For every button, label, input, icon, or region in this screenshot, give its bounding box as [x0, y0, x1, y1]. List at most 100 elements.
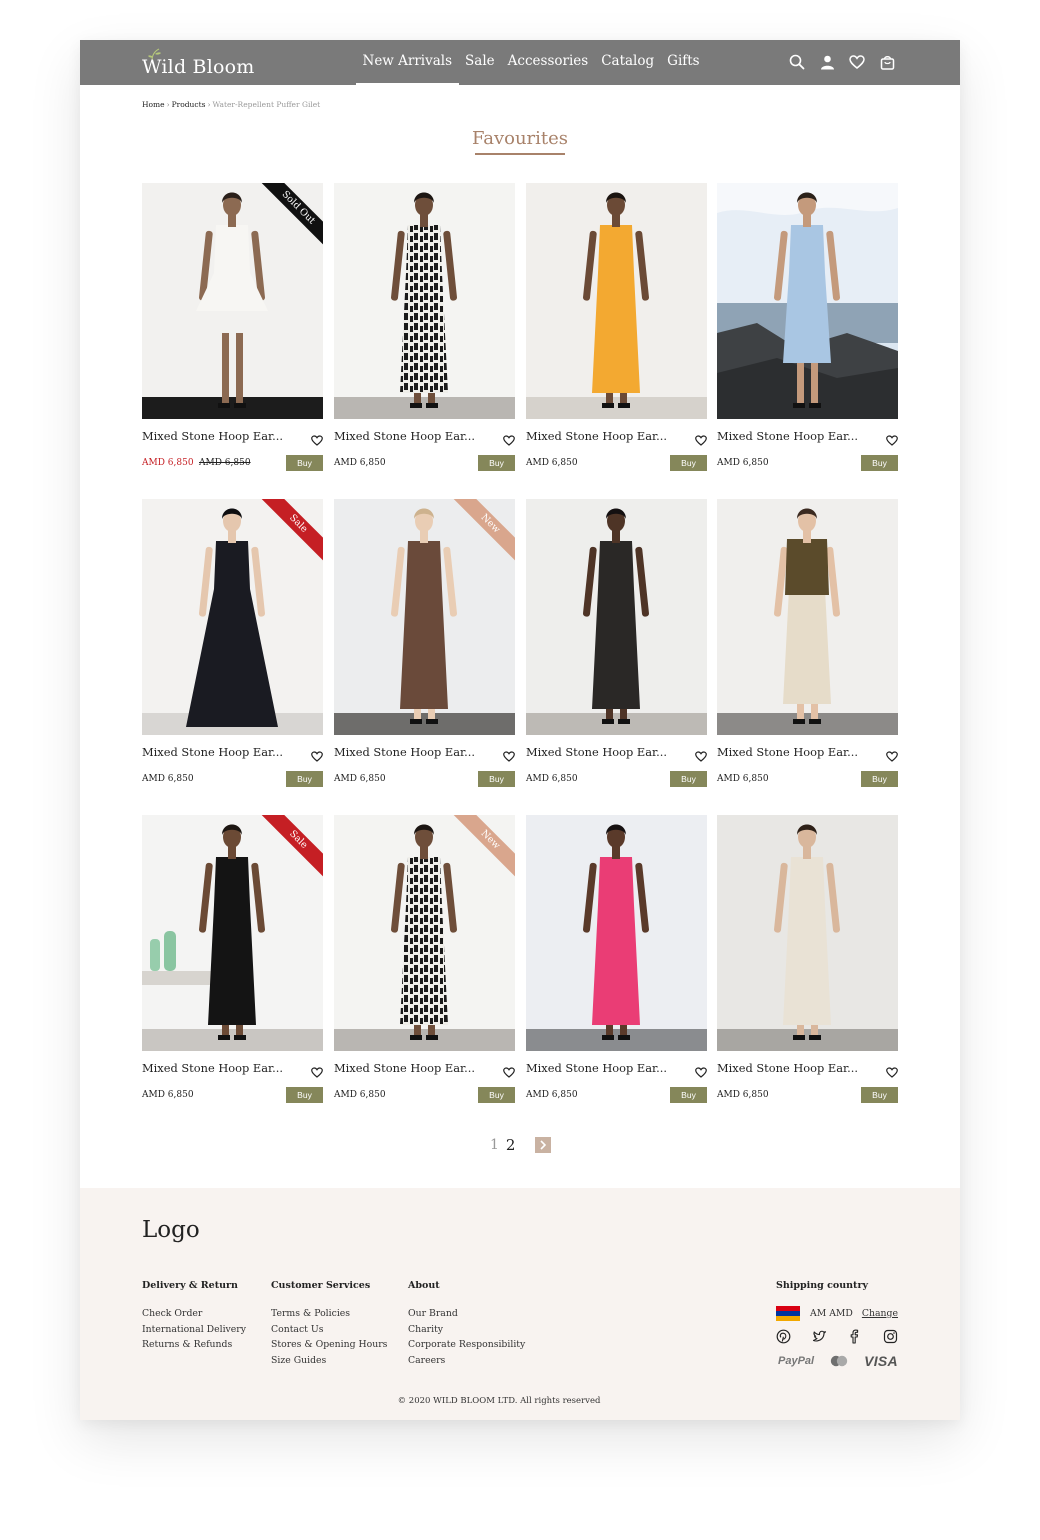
buy-button[interactable]: Buy — [670, 1087, 707, 1103]
product-name[interactable]: Mixed Stone Hoop Ear... — [526, 1061, 678, 1075]
product-card[interactable]: Sold Out Mixed Stone Hoop Ear... AMD 6,850… — [142, 183, 323, 478]
favourite-heart-icon[interactable] — [503, 431, 515, 446]
page-2-link[interactable]: 2 — [506, 1136, 516, 1154]
footer-link-terms[interactable]: Terms & Policies — [271, 1306, 387, 1322]
page-1-link[interactable]: 1 — [490, 1137, 499, 1153]
heart-icon[interactable] — [848, 52, 866, 72]
favourite-heart-icon[interactable] — [503, 1063, 515, 1078]
nav-item-catalog[interactable]: Catalog — [595, 40, 661, 85]
product-image[interactable]: Sale — [142, 815, 323, 1051]
product-card[interactable]: Mixed Stone Hoop Ear... AMD 6,850 Buy — [717, 815, 898, 1110]
product-name[interactable]: Mixed Stone Hoop Ear... — [717, 745, 869, 759]
bag-icon[interactable] — [878, 52, 896, 72]
favourite-heart-icon[interactable] — [886, 431, 898, 446]
product-card[interactable]: Mixed Stone Hoop Ear... AMD 6,850 Buy — [717, 183, 898, 478]
change-country-link[interactable]: Change — [862, 1308, 898, 1319]
product-image[interactable] — [526, 499, 707, 735]
footer-link-stores[interactable]: Stores & Opening Hours — [271, 1337, 387, 1353]
nav-item-sale[interactable]: Sale — [459, 40, 502, 85]
favourite-heart-icon[interactable] — [311, 431, 323, 446]
footer-link-corporate[interactable]: Corporate Responsibility — [408, 1337, 525, 1353]
product-card[interactable]: Sale Mixed Stone Hoop Ear... AMD 6,850 Buy — [142, 815, 323, 1110]
visa-logo: VISA — [864, 1353, 898, 1369]
breadcrumb-home[interactable]: Home — [142, 100, 165, 109]
favourite-heart-icon[interactable] — [695, 1063, 707, 1078]
buy-button[interactable]: Buy — [478, 771, 515, 787]
buy-button[interactable]: Buy — [670, 771, 707, 787]
footer-link-charity[interactable]: Charity — [408, 1322, 525, 1338]
product-name[interactable]: Mixed Stone Hoop Ear... — [334, 1061, 486, 1075]
product-card[interactable]: Sale Mixed Stone Hoop Ear... AMD 6,850 Buy — [142, 499, 323, 794]
footer-link-careers[interactable]: Careers — [408, 1353, 525, 1369]
product-image[interactable] — [526, 815, 707, 1051]
chevron-right-icon — [540, 1140, 547, 1150]
nav-item-new-arrivals[interactable]: New Arrivals — [356, 40, 459, 85]
breadcrumb-products[interactable]: Products — [172, 100, 206, 109]
pinterest-icon[interactable] — [776, 1329, 791, 1344]
product-image[interactable]: Sold Out — [142, 183, 323, 419]
product-name[interactable]: Mixed Stone Hoop Ear... — [334, 745, 486, 759]
footer-link-check-order[interactable]: Check Order — [142, 1306, 246, 1322]
footer-link-returns[interactable]: Returns & Refunds — [142, 1337, 246, 1353]
product-name[interactable]: Mixed Stone Hoop Ear... — [526, 429, 678, 443]
product-price: AMD 6,850 — [142, 774, 194, 784]
favourite-heart-icon[interactable] — [886, 747, 898, 762]
favourite-heart-icon[interactable] — [695, 747, 707, 762]
product-price: AMD 6,850 — [526, 1090, 578, 1100]
search-icon[interactable] — [788, 52, 806, 72]
buy-button[interactable]: Buy — [478, 455, 515, 471]
buy-button[interactable]: Buy — [861, 1087, 898, 1103]
product-card[interactable]: Mixed Stone Hoop Ear... AMD 6,850 Buy — [526, 499, 707, 794]
product-image[interactable] — [717, 183, 898, 419]
product-name[interactable]: Mixed Stone Hoop Ear... — [142, 745, 294, 759]
facebook-icon[interactable] — [847, 1329, 862, 1344]
product-image[interactable] — [334, 183, 515, 419]
product-name[interactable]: Mixed Stone Hoop Ear... — [717, 1061, 869, 1075]
buy-button[interactable]: Buy — [286, 1087, 323, 1103]
product-image[interactable]: New — [334, 815, 515, 1051]
shipping-heading: Shipping country — [776, 1280, 868, 1291]
buy-button[interactable]: Buy — [861, 771, 898, 787]
favourite-heart-icon[interactable] — [503, 747, 515, 762]
buy-button[interactable]: Buy — [286, 771, 323, 787]
product-price: AMD 6,850 — [717, 1090, 769, 1100]
product-name[interactable]: Mixed Stone Hoop Ear... — [717, 429, 869, 443]
buy-button[interactable]: Buy — [478, 1087, 515, 1103]
product-image[interactable] — [526, 183, 707, 419]
twitter-icon[interactable] — [812, 1329, 827, 1344]
product-name[interactable]: Mixed Stone Hoop Ear... — [334, 429, 486, 443]
product-card[interactable]: New Mixed Stone Hoop Ear... AMD 6,850 Buy — [334, 815, 515, 1110]
favourite-heart-icon[interactable] — [695, 431, 707, 446]
footer-link-size-guides[interactable]: Size Guides — [271, 1353, 387, 1369]
product-image[interactable]: New — [334, 499, 515, 735]
footer-link-our-brand[interactable]: Our Brand — [408, 1306, 525, 1322]
favourite-heart-icon[interactable] — [886, 1063, 898, 1078]
footer-link-contact[interactable]: Contact Us — [271, 1322, 387, 1338]
favourite-heart-icon[interactable] — [311, 747, 323, 762]
product-card[interactable]: Mixed Stone Hoop Ear... AMD 6,850 Buy — [334, 183, 515, 478]
product-image[interactable]: Sale — [142, 499, 323, 735]
product-card[interactable]: New Mixed Stone Hoop Ear... AMD 6,850 Buy — [334, 499, 515, 794]
shipping-selector: AM AMD Change — [776, 1306, 898, 1321]
nav-item-gifts[interactable]: Gifts — [661, 40, 706, 85]
nav-item-accessories[interactable]: Accessories — [501, 40, 595, 85]
product-image[interactable] — [717, 499, 898, 735]
brand-logo[interactable]: Wild Bloom — [142, 48, 262, 78]
buy-button[interactable]: Buy — [861, 455, 898, 471]
buy-button[interactable]: Buy — [670, 455, 707, 471]
footer-logo[interactable]: Logo — [142, 1217, 200, 1243]
product-card[interactable]: Mixed Stone Hoop Ear... AMD 6,850 Buy — [526, 183, 707, 478]
footer-heading: Customer Services — [271, 1280, 371, 1291]
next-page-button[interactable] — [535, 1137, 552, 1153]
product-card[interactable]: Mixed Stone Hoop Ear... AMD 6,850 Buy — [717, 499, 898, 794]
product-card[interactable]: Mixed Stone Hoop Ear... AMD 6,850 Buy — [526, 815, 707, 1110]
product-name[interactable]: Mixed Stone Hoop Ear... — [142, 1061, 294, 1075]
favourite-heart-icon[interactable] — [311, 1063, 323, 1078]
buy-button[interactable]: Buy — [286, 455, 323, 471]
product-name[interactable]: Mixed Stone Hoop Ear... — [526, 745, 678, 759]
instagram-icon[interactable] — [883, 1329, 898, 1344]
product-image[interactable] — [717, 815, 898, 1051]
user-icon[interactable] — [818, 52, 836, 72]
footer-link-international-delivery[interactable]: International Delivery — [142, 1322, 246, 1338]
product-name[interactable]: Mixed Stone Hoop Ear... — [142, 429, 294, 443]
